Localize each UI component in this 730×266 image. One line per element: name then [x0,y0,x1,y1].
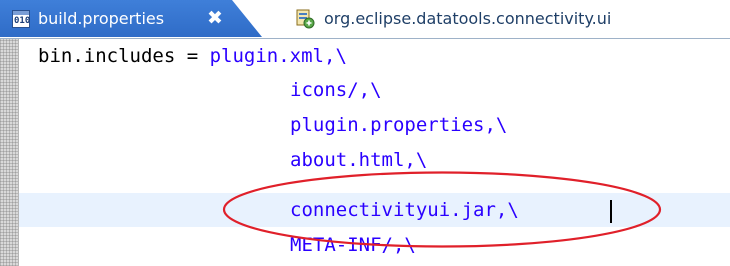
plugin-manifest-icon [296,9,315,29]
tab-label: org.eclipse.datatools.connectivity.ui [324,9,612,28]
code-line[interactable]: bin.includes = plugin.xml,\ [38,39,347,73]
property-key: bin.includes [38,45,176,67]
tab-plugin-manifest[interactable]: org.eclipse.datatools.connectivity.ui [262,0,730,37]
code-line[interactable]: icons/,\ [290,73,382,107]
tab-label: build.properties [38,9,165,28]
code-line[interactable]: plugin.properties,\ [290,108,507,142]
properties-file-icon: 010 [12,10,30,28]
code-editor[interactable]: bin.includes = plugin.xml,\ icons/,\ plu… [0,39,730,266]
property-value: plugin.xml,\ [209,45,347,67]
property-value: plugin.properties,\ [290,114,508,136]
red-circle-annotation [222,171,662,248]
property-value: icons/,\ [290,79,382,101]
vertical-ruler[interactable] [0,39,19,266]
close-tab-icon[interactable]: ✖ [204,6,226,30]
editor-tab-bar: 010 build.properties ✖ org.eclipse.datat… [0,0,730,39]
property-separator: = [175,45,210,67]
tab-build-properties[interactable]: 010 build.properties ✖ [0,0,262,37]
